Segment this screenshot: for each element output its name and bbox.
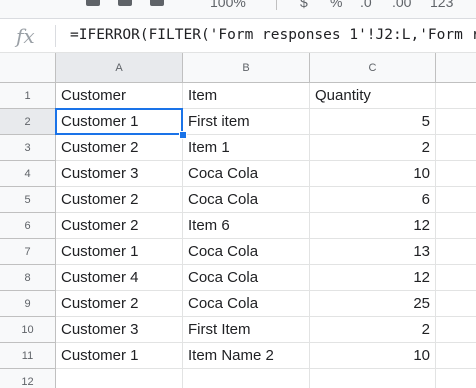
column-header-c[interactable]: C (310, 53, 436, 83)
formula-divider (55, 25, 56, 47)
print-icon[interactable] (118, 0, 132, 6)
spreadsheet-grid: A B C 1 Customer Item Quantity 2 Customer 1 First… (0, 53, 476, 388)
table-cell[interactable] (310, 369, 436, 388)
table-cell[interactable]: Customer 1 (56, 343, 183, 369)
table-cell[interactable] (436, 135, 476, 161)
table-cell[interactable]: Item 1 (183, 135, 310, 161)
row-header-6[interactable]: 6 (0, 213, 56, 239)
table-cell[interactable]: Customer 2 (56, 187, 183, 213)
table-cell[interactable]: Customer 1 (56, 109, 183, 135)
table-cell[interactable]: Coca Cola (183, 161, 310, 187)
table-cell[interactable] (436, 187, 476, 213)
table-cell[interactable]: First item (183, 109, 310, 135)
table-cell[interactable]: 5 (310, 109, 436, 135)
table-cell[interactable] (436, 83, 476, 109)
table-cell[interactable] (436, 343, 476, 369)
toolbar: 100% $ % .0 .00 123 (0, 0, 476, 19)
table-cell[interactable]: 10 (310, 343, 436, 369)
table-cell[interactable]: Customer 3 (56, 317, 183, 343)
table-cell[interactable] (436, 291, 476, 317)
currency-format-icon[interactable]: $ (300, 0, 308, 10)
table-cell[interactable]: 2 (310, 135, 436, 161)
table-cell[interactable] (56, 369, 183, 388)
row-header-4[interactable]: 4 (0, 161, 56, 187)
select-all-corner[interactable] (0, 53, 56, 83)
increase-decimals-button[interactable]: .00 (392, 0, 411, 10)
more-formats-button[interactable]: 123 (430, 0, 453, 10)
row-header-10[interactable]: 10 (0, 317, 56, 343)
table-cell[interactable]: Item Name 2 (183, 343, 310, 369)
table-cell[interactable]: Coca Cola (183, 265, 310, 291)
table-cell[interactable] (436, 369, 476, 388)
undo-icon[interactable] (86, 0, 100, 6)
row-header-7[interactable]: 7 (0, 239, 56, 265)
percent-format-button[interactable]: % (330, 0, 342, 10)
table-cell[interactable]: 12 (310, 213, 436, 239)
paint-format-icon[interactable] (150, 0, 164, 6)
row-header-8[interactable]: 8 (0, 265, 56, 291)
table-cell[interactable]: Customer 4 (56, 265, 183, 291)
row-header-12[interactable]: 12 (0, 369, 56, 388)
row-header-2[interactable]: 2 (0, 109, 56, 135)
row-header-1[interactable]: 1 (0, 83, 56, 109)
table-cell[interactable]: Coca Cola (183, 187, 310, 213)
table-cell[interactable]: 2 (310, 317, 436, 343)
table-cell[interactable]: Customer 1 (56, 239, 183, 265)
table-cell[interactable] (436, 239, 476, 265)
table-cell[interactable] (436, 213, 476, 239)
fx-icon: fx (16, 24, 35, 48)
row-header-11[interactable]: 11 (0, 343, 56, 369)
table-cell[interactable]: 10 (310, 161, 436, 187)
formula-input[interactable]: =IFERROR(FILTER('Form responses 1'!J2:L,… (70, 27, 476, 43)
row-header-3[interactable]: 3 (0, 135, 56, 161)
table-cell[interactable]: Customer 2 (56, 213, 183, 239)
table-cell[interactable] (183, 369, 310, 388)
table-cell[interactable]: Item 6 (183, 213, 310, 239)
row-header-5[interactable]: 5 (0, 187, 56, 213)
table-cell[interactable]: 12 (310, 265, 436, 291)
formula-bar: fx =IFERROR(FILTER('Form responses 1'!J2… (0, 19, 476, 53)
header-cell[interactable]: Quantity (310, 83, 436, 109)
table-cell[interactable]: 25 (310, 291, 436, 317)
table-cell[interactable]: 6 (310, 187, 436, 213)
table-cell[interactable]: First Item (183, 317, 310, 343)
column-header-a[interactable]: A (56, 53, 183, 83)
table-cell[interactable]: Customer 3 (56, 161, 183, 187)
column-header-d[interactable] (436, 53, 476, 83)
header-cell[interactable]: Item (183, 83, 310, 109)
table-cell[interactable]: Coca Cola (183, 291, 310, 317)
table-cell[interactable] (436, 109, 476, 135)
fill-handle[interactable] (179, 131, 187, 139)
table-cell[interactable]: Customer 2 (56, 291, 183, 317)
decrease-decimals-button[interactable]: .0 (360, 0, 372, 10)
column-header-b[interactable]: B (183, 53, 310, 83)
table-cell[interactable]: 13 (310, 239, 436, 265)
table-cell[interactable]: Coca Cola (183, 239, 310, 265)
zoom-select[interactable]: 100% (210, 0, 246, 10)
table-cell[interactable] (436, 265, 476, 291)
table-cell[interactable] (436, 161, 476, 187)
table-cell[interactable] (436, 317, 476, 343)
table-cell[interactable]: Customer 2 (56, 135, 183, 161)
toolbar-divider (276, 0, 277, 10)
row-header-9[interactable]: 9 (0, 291, 56, 317)
header-cell[interactable]: Customer (56, 83, 183, 109)
